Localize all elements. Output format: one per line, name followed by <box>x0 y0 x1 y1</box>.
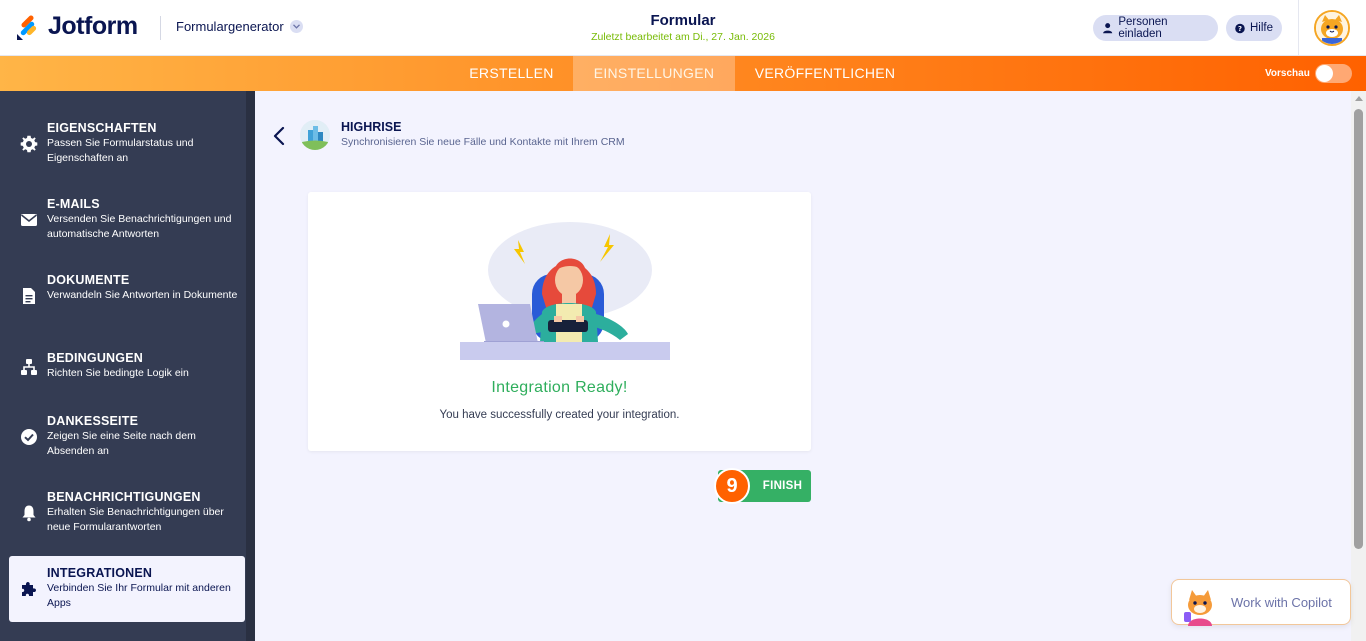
help-button[interactable]: ? Hilfe <box>1226 15 1282 41</box>
copilot-label: Work with Copilot <box>1231 595 1332 610</box>
sidebar-item-desc: Erhalten Sie Benachrichtigungen über neu… <box>47 506 224 533</box>
jotform-logo-icon <box>17 14 37 40</box>
scroll-up-arrow-icon[interactable] <box>1355 96 1363 101</box>
sidebar-item-conditions[interactable]: BEDINGUNGEN Richten Sie bedingte Logik e… <box>0 343 246 393</box>
scrollbar-thumb[interactable] <box>1354 109 1363 549</box>
integration-ready-card: Integration Ready! You have successfully… <box>308 192 811 451</box>
sidebar-item-desc: Versenden Sie Benachrichtigungen und aut… <box>47 213 232 240</box>
highrise-logo <box>300 120 330 150</box>
sidebar-item-title: INTEGRATIONEN <box>47 566 153 580</box>
user-avatar[interactable] <box>1314 10 1350 46</box>
main-nav: ERSTELLEN EINSTELLUNGEN VERÖFFENTLICHEN … <box>0 56 1366 91</box>
check-circle-icon <box>21 429 37 445</box>
sidebar-item-title: EIGENSCHAFTEN <box>47 121 157 135</box>
chevron-down-icon <box>289 20 303 33</box>
preview-toggle[interactable] <box>1315 64 1352 83</box>
brand-name: Jotform <box>48 12 138 40</box>
toggle-knob <box>1316 65 1333 82</box>
tab-settings[interactable]: EINSTELLUNGEN <box>573 56 735 91</box>
invite-people-button[interactable]: Personen einladen <box>1093 15 1218 41</box>
highrise-building-icon <box>300 120 330 150</box>
integration-description: Synchronisieren Sie neue Fälle und Konta… <box>341 136 625 148</box>
copilot-cat-icon <box>1184 590 1212 626</box>
sidebar-item-desc: Richten Sie bedingte Logik ein <box>47 367 189 379</box>
step-number-badge: 9 <box>714 468 750 504</box>
sidebar-item-title: BENACHRICHTIGUNGEN <box>47 490 201 504</box>
integration-name: HIGHRISE <box>341 120 402 134</box>
integration-ready-title: Integration Ready! <box>491 379 628 396</box>
sidebar-item-desc: Verwandeln Sie Antworten in Dokumente <box>47 289 238 301</box>
invite-label: Personen einladen <box>1118 16 1168 40</box>
svg-text:?: ? <box>1238 25 1242 33</box>
top-header: Jotform Formulargenerator Formular Zulet… <box>0 0 1366 56</box>
sidebar-item-integrations[interactable]: INTEGRATIONEN Verbinden Sie Ihr Formular… <box>9 556 245 622</box>
builder-label: Formulargenerator <box>176 19 284 34</box>
success-illustration <box>460 222 670 360</box>
header-divider <box>160 16 161 40</box>
user-icon <box>1103 23 1113 34</box>
tab-publish[interactable]: VERÖFFENTLICHEN <box>735 56 915 91</box>
help-label: Hilfe <box>1249 22 1273 34</box>
document-icon <box>23 288 35 304</box>
envelope-icon <box>21 214 37 226</box>
sitemap-icon <box>21 359 37 375</box>
integration-panel: HIGHRISE Synchronisieren Sie neue Fälle … <box>255 91 1351 641</box>
sidebar-item-notifications[interactable]: BENACHRICHTIGUNGEN Erhalten Sie Benachri… <box>0 482 246 542</box>
sidebar-item-title: DANKESSEITE <box>47 414 139 428</box>
sidebar-item-desc: Verbinden Sie Ihr Formular mit anderen A… <box>47 582 231 609</box>
sidebar-item-title: DOKUMENTE <box>47 273 130 287</box>
back-arrow-icon[interactable] <box>271 125 287 147</box>
sidebar-item-desc: Passen Sie Formularstatus und Eigenschaf… <box>47 137 194 164</box>
settings-sidebar: EIGENSCHAFTEN Passen Sie Formularstatus … <box>0 91 255 641</box>
puzzle-icon <box>22 581 37 596</box>
sidebar-scrollbar[interactable] <box>246 91 255 641</box>
header-divider-right <box>1298 0 1299 56</box>
integration-ready-message: You have successfully created your integ… <box>439 409 680 421</box>
sidebar-item-thank-you-page[interactable]: DANKESSEITE Zeigen Sie eine Seite nach d… <box>0 406 246 466</box>
sidebar-item-desc: Zeigen Sie eine Seite nach dem Absenden … <box>47 430 196 457</box>
question-circle-icon: ? <box>1235 23 1245 33</box>
preview-label: Vorschau <box>1265 68 1310 79</box>
gear-icon <box>20 135 38 153</box>
tab-build[interactable]: ERSTELLEN <box>451 56 572 91</box>
page-scrollbar[interactable] <box>1351 91 1366 641</box>
jotform-logo[interactable]: Jotform <box>16 12 138 41</box>
sidebar-item-title: E-MAILS <box>47 197 100 211</box>
sidebar-item-properties[interactable]: EIGENSCHAFTEN Passen Sie Formularstatus … <box>0 113 246 173</box>
cat-avatar-icon <box>1316 12 1348 44</box>
builder-dropdown[interactable]: Formulargenerator <box>176 19 303 34</box>
bell-icon <box>22 505 36 522</box>
copilot-button[interactable]: Work with Copilot <box>1171 579 1351 626</box>
sidebar-item-emails[interactable]: E-MAILS Versenden Sie Benachrichtigungen… <box>0 189 246 249</box>
sidebar-item-documents[interactable]: DOKUMENTE Verwandeln Sie Antworten in Do… <box>0 265 246 325</box>
sidebar-item-title: BEDINGUNGEN <box>47 351 143 365</box>
